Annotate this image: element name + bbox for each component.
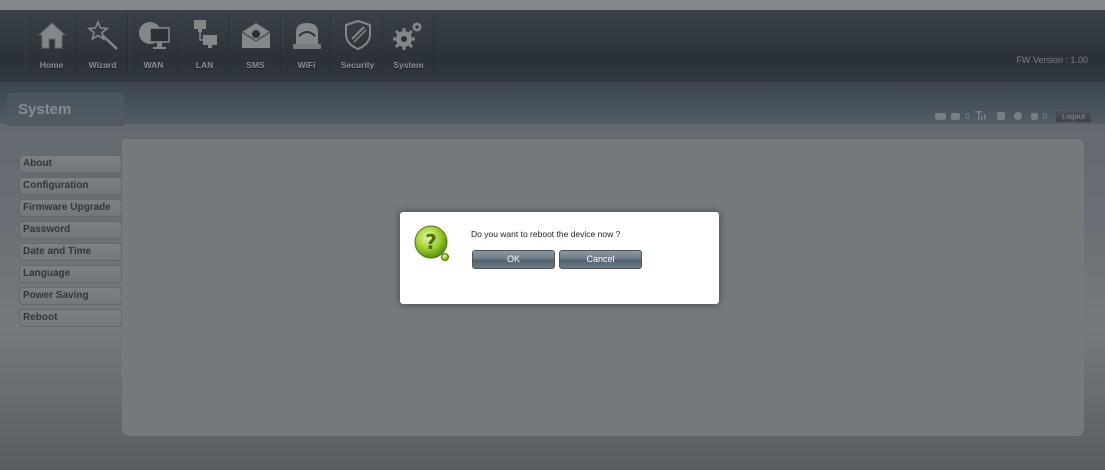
cancel-button[interactable]: Cancel	[559, 250, 642, 269]
question-icon: ?	[413, 224, 451, 264]
reboot-confirm-dialog: ? Do you want to reboot the device now ?…	[400, 212, 719, 304]
svg-text:?: ?	[425, 230, 437, 254]
dialog-message: Do you want to reboot the device now ?	[471, 229, 621, 239]
ok-button[interactable]: OK	[472, 250, 555, 269]
